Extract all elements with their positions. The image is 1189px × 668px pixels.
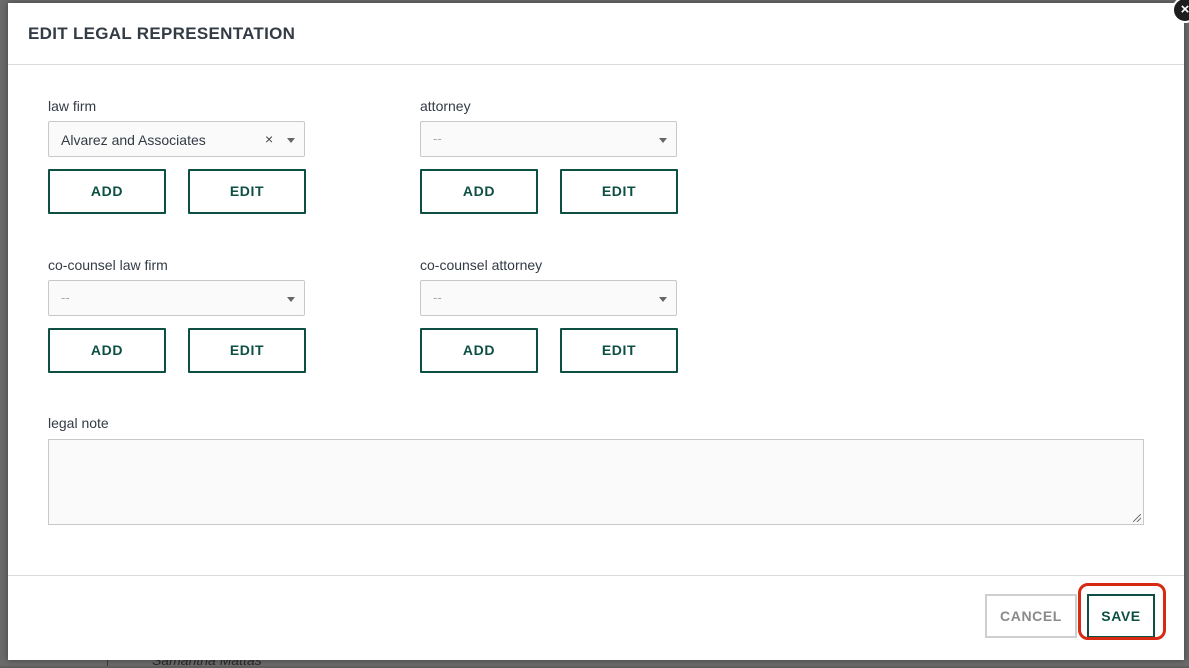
cancel-button[interactable]: CANCEL <box>985 594 1077 638</box>
footer-divider <box>8 575 1184 576</box>
edit-legal-representation-modal: EDIT LEGAL REPRESENTATION × law firm Alv… <box>8 0 1189 660</box>
co-counsel-law-firm-placeholder: -- <box>61 290 70 305</box>
attorney-select[interactable]: -- <box>420 121 677 157</box>
co-counsel-law-firm-edit-button[interactable]: EDIT <box>188 328 306 373</box>
modal-header: EDIT LEGAL REPRESENTATION <box>8 3 1184 65</box>
attorney-add-button[interactable]: ADD <box>420 169 538 214</box>
law-firm-select[interactable]: Alvarez and Associates × <box>48 121 305 157</box>
co-counsel-attorney-placeholder: -- <box>433 290 442 305</box>
legal-note-label: legal note <box>48 415 109 431</box>
law-firm-add-button[interactable]: ADD <box>48 169 166 214</box>
chevron-down-icon[interactable] <box>287 297 295 302</box>
co-counsel-law-firm-label: co-counsel law firm <box>48 257 168 273</box>
chevron-down-icon[interactable] <box>659 297 667 302</box>
legal-note-textarea[interactable] <box>48 439 1144 525</box>
law-firm-value: Alvarez and Associates <box>61 132 206 148</box>
co-counsel-attorney-select[interactable]: -- <box>420 280 677 316</box>
attorney-edit-button[interactable]: EDIT <box>560 169 678 214</box>
chevron-down-icon[interactable] <box>659 138 667 143</box>
chevron-down-icon[interactable] <box>287 138 295 143</box>
attorney-label: attorney <box>420 98 471 114</box>
co-counsel-law-firm-add-button[interactable]: ADD <box>48 328 166 373</box>
law-firm-edit-button[interactable]: EDIT <box>188 169 306 214</box>
co-counsel-law-firm-select[interactable]: -- <box>48 280 305 316</box>
resize-grip-icon[interactable] <box>1133 514 1141 522</box>
save-highlight-annotation <box>1078 583 1166 640</box>
co-counsel-attorney-label: co-counsel attorney <box>420 257 543 273</box>
clear-selection-icon[interactable]: × <box>265 131 273 147</box>
law-firm-label: law firm <box>48 98 97 114</box>
co-counsel-attorney-edit-button[interactable]: EDIT <box>560 328 678 373</box>
co-counsel-attorney-add-button[interactable]: ADD <box>420 328 538 373</box>
attorney-placeholder: -- <box>433 131 442 146</box>
modal-title: EDIT LEGAL REPRESENTATION <box>28 24 296 43</box>
